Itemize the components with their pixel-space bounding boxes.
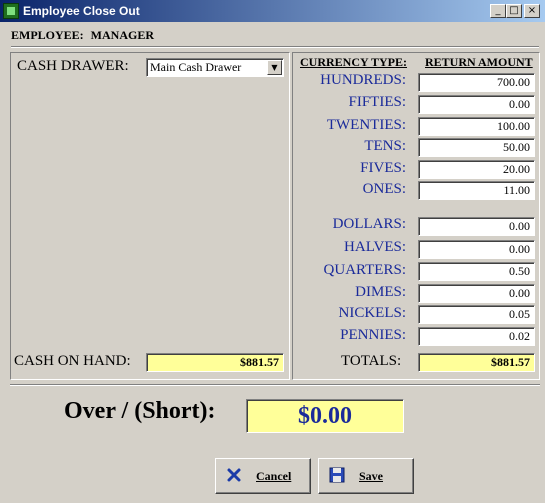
floppy-disk-icon bbox=[329, 467, 345, 483]
save-button[interactable]: Save bbox=[318, 458, 414, 494]
over-short-value: $0.00 bbox=[246, 399, 404, 433]
cancel-button-label: Cancel bbox=[256, 469, 292, 483]
hundreds-field[interactable]: 700.00 bbox=[418, 73, 535, 92]
nickels-label: NICKELS: bbox=[338, 305, 407, 321]
dollars-label: DOLLARS: bbox=[332, 216, 406, 232]
close-button[interactable]: × bbox=[524, 4, 540, 18]
top-separator bbox=[11, 46, 539, 48]
app-icon bbox=[3, 3, 19, 19]
employee-label: EMPLOYEE: bbox=[11, 28, 84, 42]
totals-field: $881.57 bbox=[418, 353, 535, 372]
dimes-label: DIMES: bbox=[355, 284, 406, 300]
over-short-label: Over / (Short): bbox=[64, 398, 216, 424]
cash-drawer-label: CASH DRAWER: bbox=[17, 58, 129, 74]
halves-label: HALVES: bbox=[344, 239, 406, 255]
dimes-field[interactable]: 0.00 bbox=[418, 284, 535, 303]
hundreds-label: HUNDREDS: bbox=[320, 72, 406, 88]
fives-field[interactable]: 20.00 bbox=[418, 160, 535, 179]
employee-row: EMPLOYEE: MANAGER bbox=[11, 28, 154, 43]
pennies-label: PENNIES: bbox=[340, 327, 406, 343]
employee-name: MANAGER bbox=[90, 28, 154, 42]
twenties-field[interactable]: 100.00 bbox=[418, 117, 535, 136]
cancel-x-icon bbox=[226, 467, 242, 483]
tens-field[interactable]: 50.00 bbox=[418, 138, 535, 157]
pennies-field[interactable]: 0.02 bbox=[418, 327, 535, 346]
dollars-field[interactable]: 0.00 bbox=[418, 217, 535, 236]
currency-type-header: CURRENCY TYPE: bbox=[300, 55, 408, 69]
return-amount-header: RETURN AMOUNT bbox=[425, 55, 533, 69]
cash-drawer-value: Main Cash Drawer bbox=[150, 60, 242, 74]
quarters-field[interactable]: 0.50 bbox=[418, 262, 535, 281]
fifties-field[interactable]: 0.00 bbox=[418, 95, 535, 114]
save-button-label: Save bbox=[359, 469, 383, 483]
cash-on-hand-label: CASH ON HAND: bbox=[14, 353, 131, 369]
cancel-button[interactable]: Cancel bbox=[215, 458, 311, 494]
fifties-label: FIFTIES: bbox=[348, 94, 406, 110]
tens-label: TENS: bbox=[364, 138, 406, 154]
fives-label: FIVES: bbox=[360, 160, 406, 176]
quarters-label: QUARTERS: bbox=[323, 262, 406, 278]
maximize-button[interactable]: □ bbox=[506, 4, 522, 18]
halves-field[interactable]: 0.00 bbox=[418, 240, 535, 259]
twenties-label: TWENTIES: bbox=[326, 117, 406, 133]
ones-field[interactable]: 11.00 bbox=[418, 181, 535, 200]
bottom-separator bbox=[10, 384, 540, 386]
minimize-button[interactable]: _ bbox=[490, 4, 506, 18]
window-title: Employee Close Out bbox=[23, 4, 140, 18]
ones-label: ONES: bbox=[362, 181, 406, 197]
cash-on-hand-field: $881.57 bbox=[146, 353, 284, 372]
totals-label: TOTALS: bbox=[341, 353, 402, 369]
nickels-field[interactable]: 0.05 bbox=[418, 305, 535, 324]
drawer-panel bbox=[10, 52, 290, 380]
